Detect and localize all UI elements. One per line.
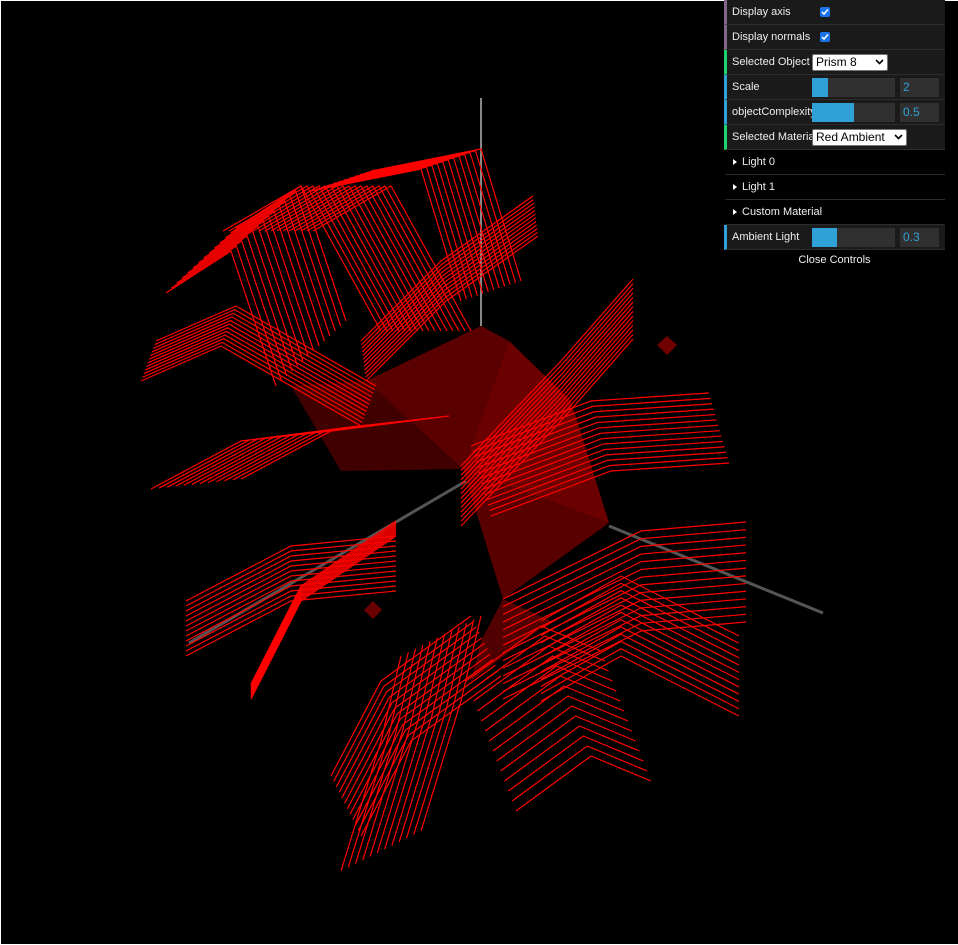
normal-line: [185, 590, 397, 657]
object-complexity-input[interactable]: 0.5: [900, 102, 939, 122]
normal-line: [502, 621, 747, 700]
chevron-down-icon: [894, 134, 903, 140]
selected-object-row[interactable]: Selected Object Prism 8: [724, 50, 945, 75]
normal-line: [154, 308, 375, 391]
folder-light-1-label: Light 1: [742, 181, 776, 193]
close-controls-button[interactable]: Close Controls: [724, 250, 945, 270]
normal-line: [502, 590, 747, 669]
scale-slider-fill: [812, 77, 828, 97]
folder-light-1[interactable]: Light 1: [724, 175, 945, 200]
selected-material-value: Red Ambient: [816, 129, 885, 144]
triangle-right-icon: [733, 159, 737, 165]
display-axis-checkbox[interactable]: [820, 7, 830, 17]
display-normals-label: Display normals: [732, 31, 811, 43]
ambient-light-row[interactable]: Ambient Light 0.3: [724, 225, 945, 250]
triangle-right-icon: [733, 184, 737, 190]
selected-material-select[interactable]: Red Ambient: [812, 128, 907, 146]
scale-input[interactable]: 2: [900, 77, 939, 97]
marker-dot: [364, 601, 382, 619]
object-complexity-label: objectComplexity: [732, 106, 812, 118]
normal-line: [155, 305, 377, 387]
normal-line: [352, 659, 494, 820]
scale-row[interactable]: Scale 2: [724, 75, 945, 100]
selected-object-value: Prism 8: [816, 54, 857, 69]
selected-material-label: Selected Material: [732, 131, 812, 143]
object-complexity-slider[interactable]: [812, 102, 895, 122]
ambient-light-slider-fill: [812, 227, 837, 247]
selected-object-select[interactable]: Prism 8: [812, 53, 888, 71]
folder-custom-material[interactable]: Custom Material: [724, 200, 945, 225]
display-normals-row[interactable]: Display normals: [724, 25, 945, 50]
display-axis-label: Display axis: [732, 6, 791, 18]
folder-custom-material-label: Custom Material: [742, 206, 823, 218]
display-normals-checkbox[interactable]: [820, 32, 830, 42]
ambient-light-input[interactable]: 0.3: [900, 227, 939, 247]
selected-object-label: Selected Object: [732, 56, 810, 68]
checkmark-icon: [821, 34, 829, 41]
scale-label: Scale: [732, 81, 760, 93]
scale-slider[interactable]: [812, 77, 895, 97]
display-axis-row[interactable]: Display axis: [724, 0, 945, 25]
ambient-light-slider[interactable]: [812, 227, 895, 247]
object-complexity-slider-fill: [812, 102, 854, 122]
selected-material-row[interactable]: Selected Material Red Ambient: [724, 125, 945, 150]
object-complexity-row[interactable]: objectComplexity 0.5: [724, 100, 945, 125]
folder-light-0-label: Light 0: [742, 156, 776, 168]
triangle-right-icon: [733, 209, 737, 215]
chevron-down-icon: [875, 59, 884, 65]
controls-panel: Display axis Display normals Selected Ob…: [724, 0, 945, 270]
ambient-light-label: Ambient Light: [732, 231, 800, 243]
checkmark-icon: [821, 9, 829, 16]
normal-line: [222, 185, 382, 332]
folder-light-0[interactable]: Light 0: [724, 150, 945, 175]
marker-dot: [657, 336, 677, 355]
